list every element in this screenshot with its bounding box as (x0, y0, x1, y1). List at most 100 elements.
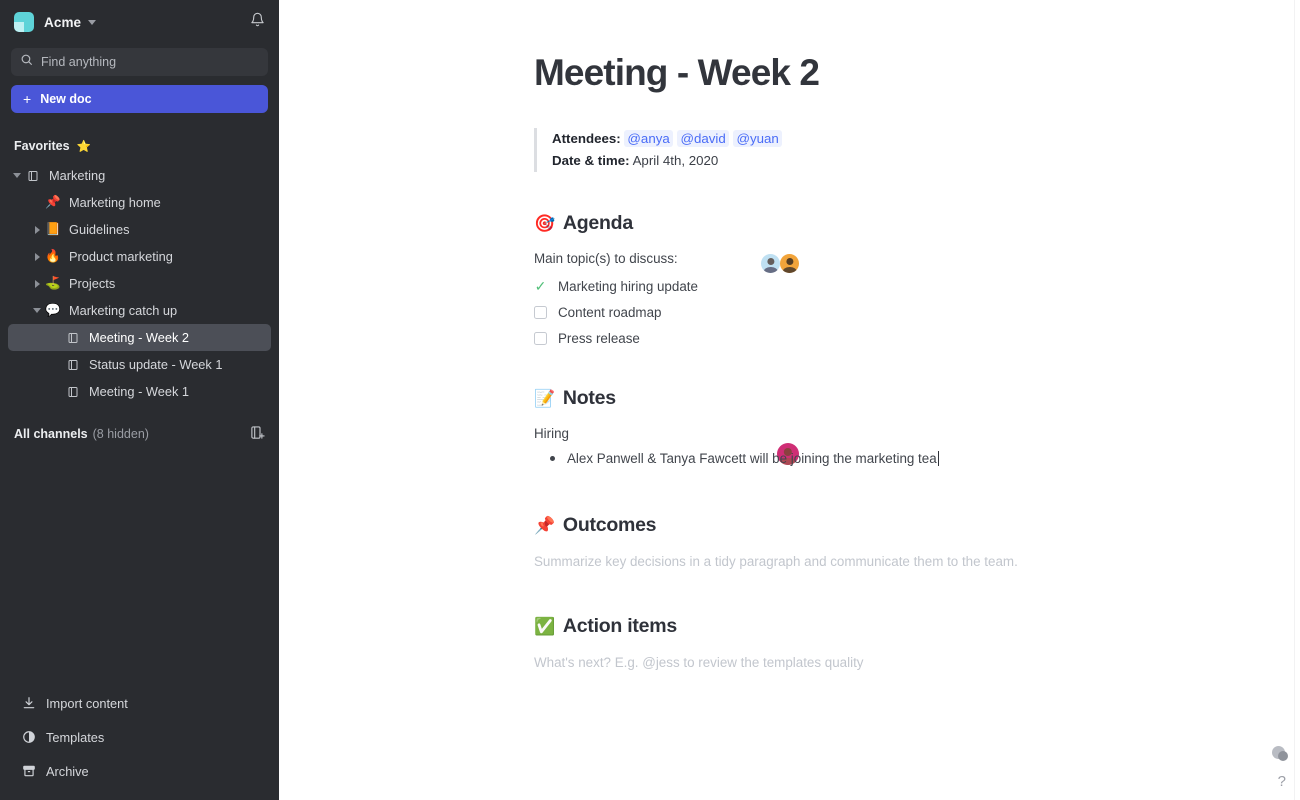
outcomes-placeholder[interactable]: Summarize key decisions in a tidy paragr… (534, 551, 1024, 573)
doc-icon (64, 359, 82, 371)
all-channels-label: All channels (14, 427, 88, 441)
chevron-down-icon[interactable] (10, 173, 24, 178)
checkbox-unchecked[interactable] (534, 331, 547, 345)
sidebar-item-meeting-week-2[interactable]: Meeting - Week 2 (8, 324, 271, 351)
pushpin-emoji: 📌 (534, 516, 555, 535)
chevron-down-icon[interactable] (30, 308, 44, 313)
dart-emoji: 🎯 (534, 214, 555, 233)
templates-icon (20, 730, 37, 744)
search-placeholder: Find anything (41, 55, 117, 69)
sidebar-item-templates[interactable]: Templates (0, 720, 279, 754)
add-channel-icon[interactable] (250, 425, 265, 443)
presence-indicator-icon[interactable] (1272, 746, 1288, 761)
workspace-header[interactable]: Acme (0, 0, 279, 44)
page-title[interactable]: Meeting - Week 2 (534, 52, 1294, 94)
text-cursor (937, 451, 940, 466)
archive-box-icon (20, 764, 37, 778)
search-icon (20, 53, 33, 71)
help-icon[interactable]: ? (1278, 773, 1286, 790)
notes-bullet-list: Alex Panwell & Tanya Fawcett will be joi… (534, 448, 1294, 470)
sidebar-item-label: Product marketing (69, 249, 173, 264)
agenda-checklist-item[interactable]: ✓ Marketing hiring update (534, 275, 1294, 297)
note-bullet-text: Alex Panwell & Tanya Fawcett will be joi… (567, 451, 937, 466)
outcomes-heading-label: Outcomes (562, 514, 657, 536)
agenda-checklist-item[interactable]: Content roadmap (534, 301, 1294, 323)
notes-heading: 📝 Notes (534, 387, 1294, 410)
agenda-heading-label: Agenda (562, 212, 633, 234)
mention-chip[interactable]: @yuan (733, 130, 782, 147)
sidebar-item-label: Projects (69, 276, 116, 291)
sidebar-item-label: Archive (46, 763, 89, 779)
agenda-checklist: ✓ Marketing hiring update Content roadmap P… (534, 275, 1294, 349)
attendees-mentions: @anya @david @yuan (624, 130, 782, 147)
mention-chip[interactable]: @david (677, 130, 729, 147)
bell-icon[interactable] (250, 12, 265, 32)
document-body: Meeting - Week 2 Attendees: @anya @david… (534, 0, 1294, 674)
all-channels-meta: (8 hidden) (92, 427, 149, 441)
sidebar-bottom-nav: Import content Templates Archive (0, 686, 279, 788)
doc-icon (64, 386, 82, 398)
agenda-item-label: Press release (558, 330, 640, 346)
bullet-dot-icon (550, 456, 555, 461)
favorites-label: Favorites (14, 139, 70, 153)
notepad-emoji: 📝 (534, 389, 555, 408)
sidebar-item-archive[interactable]: Archive (0, 754, 279, 788)
sidebar-item-guidelines[interactable]: 📙 Guidelines (8, 216, 271, 243)
list-item[interactable]: Alex Panwell & Tanya Fawcett will be joi… (550, 448, 1294, 470)
checkbox-unchecked[interactable] (534, 305, 547, 319)
sidebar-item-marketing-home[interactable]: 📌 Marketing home (8, 189, 271, 216)
meeting-meta-block: Attendees: @anya @david @yuan Date & tim… (534, 128, 1294, 172)
doc-icon (64, 332, 82, 344)
orange-book-emoji: 📙 (45, 222, 61, 237)
action-items-heading-label: Action items (562, 615, 677, 637)
sidebar-item-status-update-week-1[interactable]: Status update - Week 1 (8, 351, 271, 378)
date-line: Date & time: April 4th, 2020 (552, 150, 1294, 172)
chevron-right-icon[interactable] (30, 252, 44, 261)
chevron-right-icon[interactable] (30, 225, 44, 234)
sidebar-item-label: Status update - Week 1 (89, 357, 223, 372)
star-icon: ⭐ (76, 141, 91, 153)
fire-emoji: 🔥 (45, 249, 61, 264)
sidebar-tree: Marketing 📌 Marketing home 📙 Guidelines 🔥 Prod… (0, 162, 279, 405)
sidebar-item-meeting-week-1[interactable]: Meeting - Week 1 (8, 378, 271, 405)
import-download-icon (20, 696, 37, 710)
sidebar-item-label: Meeting - Week 1 (89, 384, 190, 399)
new-doc-button[interactable]: + New doc (11, 85, 268, 113)
sidebar-item-marketing-catch-up[interactable]: 💬 Marketing catch up (8, 297, 271, 324)
app-window: Acme Find anything + New doc Favorites ⭐ (0, 0, 1300, 800)
workspace-name: Acme (44, 14, 82, 30)
check-icon[interactable]: ✓ (534, 279, 547, 293)
new-doc-label: New doc (40, 92, 92, 106)
speech-balloon-emoji: 💬 (45, 303, 61, 318)
avatar (761, 254, 780, 273)
sidebar-item-product-marketing[interactable]: 🔥 Product marketing (8, 243, 271, 270)
agenda-intro: Main topic(s) to discuss: (534, 251, 678, 266)
sidebar-item-label: Guidelines (69, 222, 130, 237)
avatar (780, 254, 799, 273)
mention-chip[interactable]: @anya (624, 130, 673, 147)
sidebar-item-label: Marketing home (69, 195, 161, 210)
chevron-down-icon[interactable] (88, 19, 97, 25)
all-channels-row[interactable]: All channels (8 hidden) (0, 423, 279, 445)
chevron-right-icon[interactable] (30, 279, 44, 288)
search-input[interactable]: Find anything (11, 48, 268, 76)
sidebar-item-label: Marketing (49, 168, 106, 183)
action-items-placeholder[interactable]: What's next? E.g. @jess to review the te… (534, 652, 1024, 674)
attendees-line: Attendees: @anya @david @yuan (552, 128, 1294, 150)
pushpin-emoji: 📌 (45, 195, 61, 210)
sidebar-item-projects[interactable]: ⛳ Projects (8, 270, 271, 297)
sidebar-item-import-content[interactable]: Import content (0, 686, 279, 720)
favorites-section-header: Favorites ⭐ (0, 136, 279, 156)
sidebar-item-label: Marketing catch up (69, 303, 178, 318)
sidebar-item-marketing[interactable]: Marketing (8, 162, 271, 189)
agenda-heading: 🎯 Agenda (534, 212, 1294, 235)
agenda-item-label: Content roadmap (558, 304, 662, 320)
check-mark-button-emoji: ✅ (534, 617, 555, 636)
right-edge (1294, 0, 1300, 800)
notes-subheading[interactable]: Hiring (534, 423, 1294, 444)
sidebar-item-label: Import content (46, 695, 128, 711)
agenda-checklist-item[interactable]: Press release (534, 327, 1294, 349)
acme-logo (14, 12, 34, 32)
sidebar-item-label: Meeting - Week 2 (89, 330, 190, 345)
doc-panel-icon (24, 170, 42, 182)
